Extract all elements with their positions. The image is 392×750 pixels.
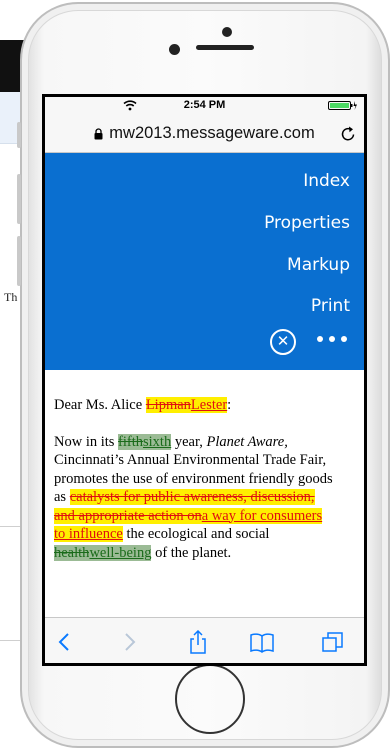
reload-icon[interactable] [341, 126, 356, 142]
front-camera [169, 44, 180, 55]
phone-mute-switch [17, 122, 21, 148]
menu-item-markup[interactable]: Markup [287, 255, 350, 275]
address-bar[interactable]: mw2013.messageware.com [45, 115, 364, 153]
inserted-text: well-being [89, 544, 152, 561]
inserted-text: sixth [143, 433, 172, 450]
paragraph-line: promotes the use of environment friendly… [54, 470, 333, 487]
deleted-text: health [54, 544, 90, 561]
close-menu-icon[interactable]: ✕ [270, 329, 296, 355]
greeting-line: Dear Ms. Alice LipmanLester: [54, 397, 232, 413]
inserted-text: Lester [190, 397, 228, 413]
bookmarks-icon[interactable] [250, 630, 274, 654]
more-options-icon[interactable] [317, 334, 347, 344]
document-body: Dear Ms. Alice LipmanLester: Now in its … [45, 370, 364, 562]
deleted-text: fifth [118, 433, 144, 450]
lock-icon [94, 127, 103, 139]
inserted-text: a way for consumers [201, 507, 323, 524]
url-text[interactable]: mw2013.messageware.com [109, 124, 314, 143]
bottom-toolbar [45, 617, 364, 663]
paragraph-line: Cincinnati’s Annual Environmental Trade … [54, 452, 327, 468]
menu-item-properties[interactable]: Properties [264, 213, 350, 233]
paragraph-line: Now in its fifthsixth year, Planet Aware… [54, 433, 288, 450]
background-text-snippet: Th [4, 290, 18, 304]
share-icon[interactable] [186, 630, 210, 654]
menu-item-print[interactable]: Print [311, 296, 350, 316]
status-bar: 2:54 PM [45, 97, 364, 115]
paragraph-line: and appropriate action ona way for consu… [54, 507, 364, 526]
forward-icon[interactable] [117, 630, 141, 654]
deleted-text: Lipman [145, 397, 191, 413]
earpiece-speaker [196, 45, 254, 50]
battery-icon [328, 101, 357, 110]
menu-panel: Index Properties Markup Print ✕ [45, 153, 364, 370]
status-time: 2:54 PM [183, 99, 226, 111]
phone-screen: 2:54 PM mw2013.messageware.com Index Pro… [42, 94, 367, 666]
phone-volume-up [17, 174, 21, 224]
paragraph-line: to influence the ecological and social [54, 526, 270, 542]
deleted-text: and appropriate action on [54, 507, 202, 524]
front-sensor [222, 27, 232, 37]
tabs-icon[interactable] [321, 630, 345, 654]
inserted-text: to influence [54, 526, 123, 542]
deleted-text: catalysts for public awareness, discussi… [69, 489, 315, 505]
back-icon[interactable] [53, 630, 77, 654]
home-button[interactable] [175, 664, 245, 734]
paragraph-line: as catalysts for public awareness, discu… [54, 489, 315, 505]
menu-item-index[interactable]: Index [303, 171, 350, 191]
phone-volume-down [17, 236, 21, 286]
paragraph-line: healthwell-being of the planet. [54, 544, 232, 561]
